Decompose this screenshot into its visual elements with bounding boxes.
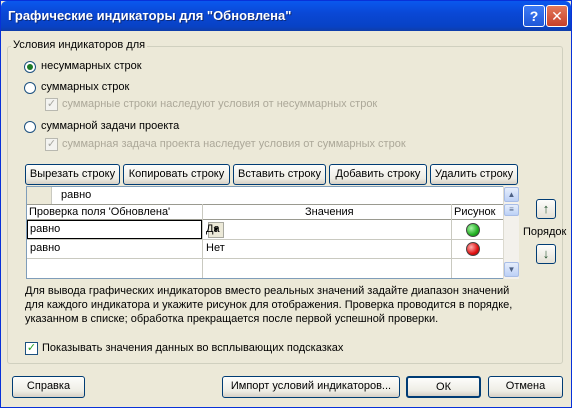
checkbox-project-inherit-label: суммарная задача проекта наследует услов… [62,138,406,150]
radio-summary[interactable] [24,82,36,94]
grid-scrollbar[interactable]: ▲ ≡ ▼ [503,186,519,279]
dialog-window: Графические индикаторы для "Обновлена" ?… [0,0,572,408]
checkbox-project-inherit[interactable]: ✓ [45,138,58,151]
info-text-line-3: указанном в списке; обработка прекращает… [25,313,439,325]
cut-row-button[interactable]: Вырезать строку [25,164,120,185]
title-bar[interactable]: Графические индикаторы для "Обновлена" ?… [1,1,571,31]
row-2-value[interactable]: Нет [206,242,225,254]
show-tooltips-label[interactable]: Показывать значения данных во всплывающи… [42,342,343,354]
scroll-thumb[interactable]: ≡ [504,204,519,216]
table-row-3-empty[interactable] [27,259,202,278]
radio-project-summary-label[interactable]: суммарной задачи проекта [41,120,179,132]
group-label: Условия индикаторов для [11,39,148,51]
help-button[interactable]: Справка [12,376,85,398]
column-header-values: Значения [305,206,354,218]
checkbox-summary-inherit[interactable]: ✓ [45,98,58,111]
close-icon[interactable]: ✕ [546,5,568,27]
radio-nonsummary[interactable] [24,61,36,73]
order-label: Порядок [523,226,567,238]
edit-bar-value[interactable]: равно [61,189,91,201]
cancel-button[interactable]: Отмена [488,376,563,398]
column-header-image: Рисунок [454,206,496,218]
dialog-title: Графические индикаторы для "Обновлена" [8,8,292,23]
row-1-test[interactable]: равно [30,223,60,235]
conditions-grid: равно Проверка поля 'Обновлена' Значения… [26,186,519,279]
ok-button[interactable]: ОК [406,376,481,398]
info-text-line-2: для каждого индикатора и укажите рисунок… [25,299,513,311]
delete-row-button[interactable]: Удалить строку [430,164,518,185]
scroll-up-icon[interactable]: ▲ [504,187,519,202]
add-row-button[interactable]: Добавить строку [329,164,427,185]
checkbox-summary-inherit-label: суммарные строки наследуют условия от не… [62,98,378,110]
radio-nonsummary-label[interactable]: несуммарных строк [41,60,142,72]
green-circle-icon[interactable] [466,223,480,237]
copy-row-button[interactable]: Копировать строку [123,164,230,185]
radio-summary-label[interactable]: суммарных строк [41,81,129,93]
import-conditions-button[interactable]: Импорт условий индикаторов... [222,376,400,398]
help-icon[interactable]: ? [523,5,545,27]
column-header-test: Проверка поля 'Обновлена' [29,206,171,218]
scroll-down-icon[interactable]: ▼ [504,262,519,277]
info-text-line-1: Для вывода графических индикаторов вмест… [25,285,510,297]
move-down-icon[interactable]: ↓ [536,244,556,264]
row-2-test[interactable]: равно [30,242,60,254]
red-circle-icon[interactable] [466,242,480,256]
edit-bar-corner [27,187,52,204]
radio-project-summary[interactable] [24,121,36,133]
paste-row-button[interactable]: Вставить строку [233,164,326,185]
move-up-icon[interactable]: ↑ [536,199,556,219]
show-tooltips-checkbox[interactable]: ✓ [25,342,38,355]
row-1-value[interactable]: Да [206,223,220,235]
